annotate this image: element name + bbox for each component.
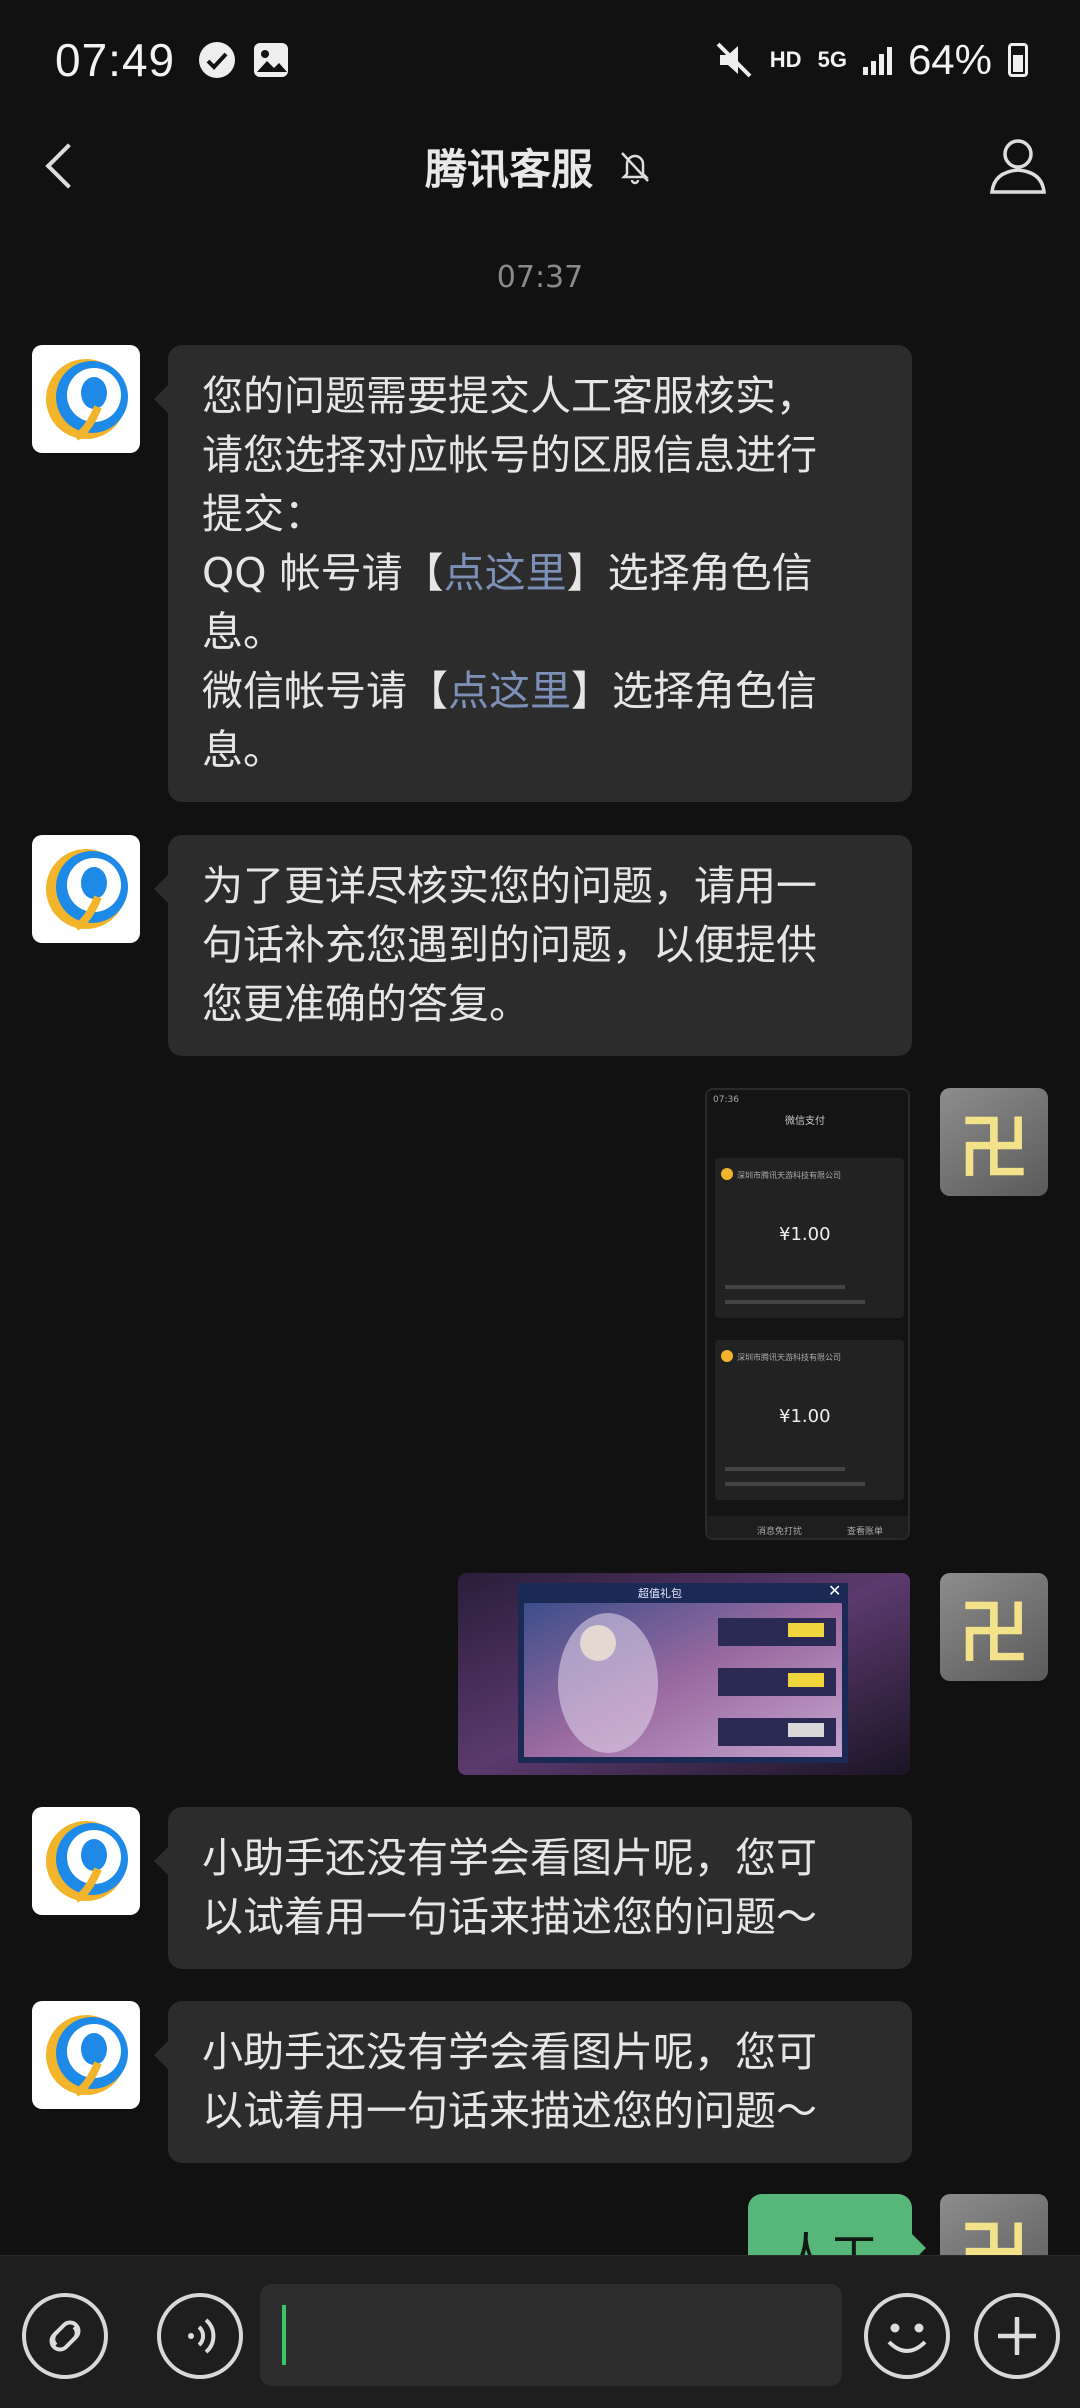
input-bar (0, 2255, 1080, 2408)
wechat-click-here-link[interactable]: 点这里 (448, 667, 571, 715)
preview-footer-right: 查看账单 (847, 1525, 883, 1537)
message-bubble: 小助手还没有学会看图片呢，您可 以试着用一句话来描述您的问题～ (154, 1807, 912, 1969)
mini-program-button[interactable] (22, 2293, 108, 2379)
preview-game-title: 超值礼包 (638, 1586, 682, 1600)
preview-merchant: 深圳市腾讯天游科技有限公司 (737, 1352, 841, 1362)
voice-icon (188, 2318, 216, 2354)
message-input[interactable] (260, 2284, 842, 2386)
more-functions-button[interactable] (974, 2293, 1060, 2379)
message-text: 微信帐号请【 (202, 667, 448, 715)
network-type: 5G (817, 47, 847, 72)
emoji-button[interactable] (864, 2293, 950, 2379)
preview-amount: ¥1.00 (779, 1406, 831, 1427)
preview-close-icon: ✕ (828, 1581, 841, 1600)
preview-time: 07:36 (713, 1095, 739, 1105)
message-text: 】选择角色信 (566, 549, 813, 597)
message-bubble: 您的问题需要提交人工客服核实， 请您选择对应帐号的区服信息进行 提交： QQ 帐… (154, 345, 912, 802)
tencent-service-logo-icon (46, 849, 128, 931)
tencent-service-logo-icon (46, 2015, 128, 2097)
message-text: QQ 帐号请【 (202, 549, 444, 597)
message-text: 以试着用一句话来描述您的问题～ (202, 2087, 817, 2135)
bot-avatar[interactable] (32, 345, 140, 453)
back-button[interactable] (30, 136, 90, 196)
signal-icon (862, 45, 892, 75)
profile-icon[interactable] (986, 134, 1050, 198)
message-timestamp: 07:37 (496, 260, 584, 295)
user-avatar[interactable]: 卍 (940, 1088, 1048, 1196)
hd-indicator: HD (769, 47, 802, 72)
emoji-icon (887, 2323, 927, 2353)
payment-screenshot-image[interactable]: 07:36 微信支付 深圳市腾讯天游科技有限公司 ¥1.00 深圳市腾讯天游科技… (705, 1088, 910, 1540)
message-text: 小助手还没有学会看图片呢，您可 (202, 2028, 817, 2076)
mute-icon (716, 42, 752, 78)
chat-title: 腾讯客服 (424, 144, 593, 194)
sent-message-bubble: 人工 (747, 2194, 927, 2255)
bot-avatar[interactable] (32, 1807, 140, 1915)
bot-avatar[interactable] (32, 2001, 140, 2109)
clock-check-icon (199, 42, 236, 78)
preview-merchant: 深圳市腾讯天游科技有限公司 (737, 1170, 841, 1180)
user-avatar[interactable]: 卍 (940, 1573, 1048, 1681)
tencent-service-logo-icon (46, 359, 128, 441)
game-screenshot-preview: 超值礼包 ✕ (458, 1573, 910, 1775)
status-bar: 07:49 HD 5G 64% (0, 0, 1080, 120)
message-text: 您的问题需要提交人工客服核实， (202, 372, 817, 420)
bot-avatar[interactable] (32, 835, 140, 943)
message-text: 提交： (202, 490, 325, 538)
message-text: 您更准确的答复。 (202, 980, 530, 1028)
wechat-account-line: 微信帐号请【点这里】选择角色信 (202, 662, 878, 721)
message-text: 为了更详尽核实您的问题，请用一 (202, 862, 817, 910)
message-text: 】选择角色信 (571, 667, 817, 715)
payment-screenshot-preview: 07:36 微信支付 深圳市腾讯天游科技有限公司 ¥1.00 深圳市腾讯天游科技… (707, 1090, 908, 1538)
message-text: 句话补充您遇到的问题，以便提供 (202, 921, 817, 969)
preview-amount: ¥1.00 (779, 1224, 831, 1245)
battery-percent: 64% (907, 36, 992, 83)
tencent-service-logo-icon (46, 1821, 128, 1903)
status-right: HD 5G 64% (714, 36, 1028, 84)
message-text: 息。 (202, 608, 284, 656)
voice-input-button[interactable] (157, 2293, 243, 2379)
message-text: 小助手还没有学会看图片呢，您可 (202, 1834, 817, 1882)
text-cursor (282, 2305, 286, 2365)
message-bubble: 小助手还没有学会看图片呢，您可 以试着用一句话来描述您的问题～ (154, 2001, 912, 2163)
link-icon (49, 2320, 81, 2352)
battery-icon (1008, 43, 1028, 77)
qq-click-here-link[interactable]: 点这里 (444, 549, 567, 597)
chat-area[interactable]: 07:37 您的问题需要提交人工客服核实， 请您选择对应帐号的区服信息进行 提交… (0, 230, 1080, 2255)
bell-off-icon (620, 152, 650, 185)
message-bubble: 为了更详尽核实您的问题，请用一 句话补充您遇到的问题，以便提供 您更准确的答复。 (154, 835, 912, 1056)
game-screenshot-image[interactable]: 超值礼包 ✕ (458, 1573, 910, 1775)
status-notification-icons (197, 40, 291, 80)
user-avatar[interactable]: 卍 (940, 2194, 1048, 2255)
plus-icon (998, 2317, 1036, 2355)
preview-title: 微信支付 (785, 1114, 825, 1127)
message-text: 请您选择对应帐号的区服信息进行 (202, 431, 817, 479)
preview-footer-left: 消息免打扰 (757, 1525, 802, 1537)
qq-account-line: QQ 帐号请【点这里】选择角色信 (202, 544, 878, 603)
chat-header: 腾讯客服 (0, 120, 1080, 212)
status-time: 07:49 (55, 34, 176, 86)
image-icon (254, 43, 289, 77)
message-text: 息。 (202, 726, 284, 774)
message-text: 以试着用一句话来描述您的问题～ (202, 1893, 817, 1941)
